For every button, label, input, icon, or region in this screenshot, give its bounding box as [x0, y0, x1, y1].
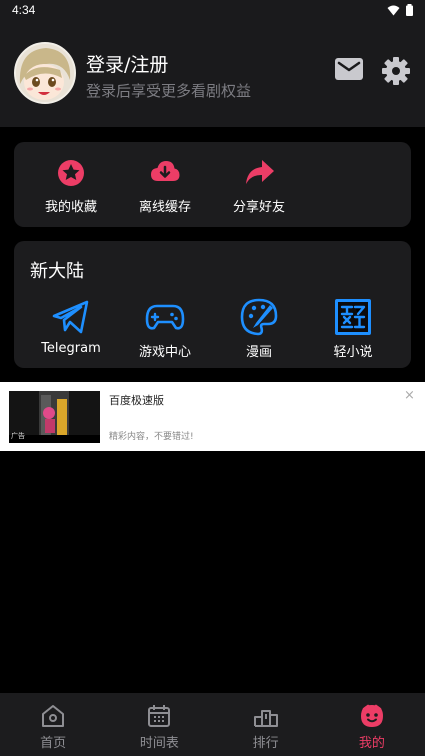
share-arrow-icon	[246, 160, 274, 184]
ad-title[interactable]: 百度极速版	[109, 392, 164, 408]
nav-ranking[interactable]: 排行	[213, 693, 319, 756]
nav-schedule[interactable]: 时间表	[106, 693, 212, 756]
favorites-button[interactable]: 我的收藏	[26, 156, 116, 215]
status-time: 4:34	[12, 3, 36, 17]
login-subtitle: 登录后享受更多看剧权益	[86, 82, 252, 100]
offline-cache-button[interactable]: 离线缓存	[120, 156, 210, 215]
new-land-card: 新大陆 Telegram 游戏中心 漫画 轻小说	[14, 241, 411, 368]
nav-ranking-label: 排行	[252, 736, 279, 751]
profile-header: 登录/注册 登录后享受更多看剧权益	[0, 20, 425, 127]
login-register-title[interactable]: 登录/注册	[86, 50, 168, 77]
nav-profile-label: 我的	[358, 736, 385, 751]
profile-face-icon	[360, 704, 383, 727]
battery-icon	[406, 4, 413, 16]
nav-profile[interactable]: 我的	[319, 693, 425, 756]
telegram-icon	[52, 300, 89, 334]
calendar-icon	[148, 705, 171, 727]
offline-cache-label: 离线缓存	[138, 200, 191, 215]
mail-icon[interactable]	[335, 57, 363, 81]
share-friends-button[interactable]: 分享好友	[214, 156, 304, 215]
light-novel-app[interactable]: 轻小说	[308, 297, 398, 360]
favorites-label: 我的收藏	[44, 200, 97, 215]
new-land-title: 新大陆	[30, 261, 84, 282]
ad-close-button[interactable]: ×	[404, 389, 415, 402]
game-center-label: 游戏中心	[138, 345, 191, 360]
gear-icon[interactable]	[381, 56, 411, 86]
nav-home[interactable]: 首页	[0, 693, 106, 756]
ranking-icon	[253, 710, 278, 727]
quick-actions-card: 我的收藏 离线缓存 分享好友	[14, 142, 411, 227]
nav-home-label: 首页	[40, 736, 67, 751]
status-icons	[387, 4, 413, 16]
ad-thumbnail[interactable]: 广告	[9, 391, 100, 443]
nav-schedule-label: 时间表	[139, 736, 179, 751]
comics-label: 漫画	[245, 345, 272, 360]
light-novel-icon	[335, 299, 371, 335]
light-novel-label: 轻小说	[333, 345, 373, 360]
bottom-nav: 首页 时间表 排行 我的	[0, 693, 425, 756]
ad-banner[interactable]: 广告 百度极速版 精彩内容，不要错过! ×	[0, 382, 425, 451]
status-bar: 4:34	[0, 0, 425, 20]
telegram-label: Telegram	[41, 341, 101, 356]
gamepad-icon	[145, 304, 185, 330]
game-center-app[interactable]: 游戏中心	[120, 297, 210, 360]
avatar[interactable]	[14, 42, 76, 104]
telegram-app[interactable]: Telegram	[26, 297, 116, 356]
comics-app[interactable]: 漫画	[214, 297, 304, 360]
ad-description: 精彩内容，不要错过!	[109, 432, 194, 442]
share-friends-label: 分享好友	[232, 200, 285, 215]
palette-icon	[240, 298, 278, 336]
wifi-icon	[387, 5, 400, 15]
cloud-download-icon	[151, 161, 180, 181]
ad-mark: 广告	[11, 432, 25, 440]
star-icon	[58, 160, 84, 186]
home-icon	[42, 705, 65, 727]
